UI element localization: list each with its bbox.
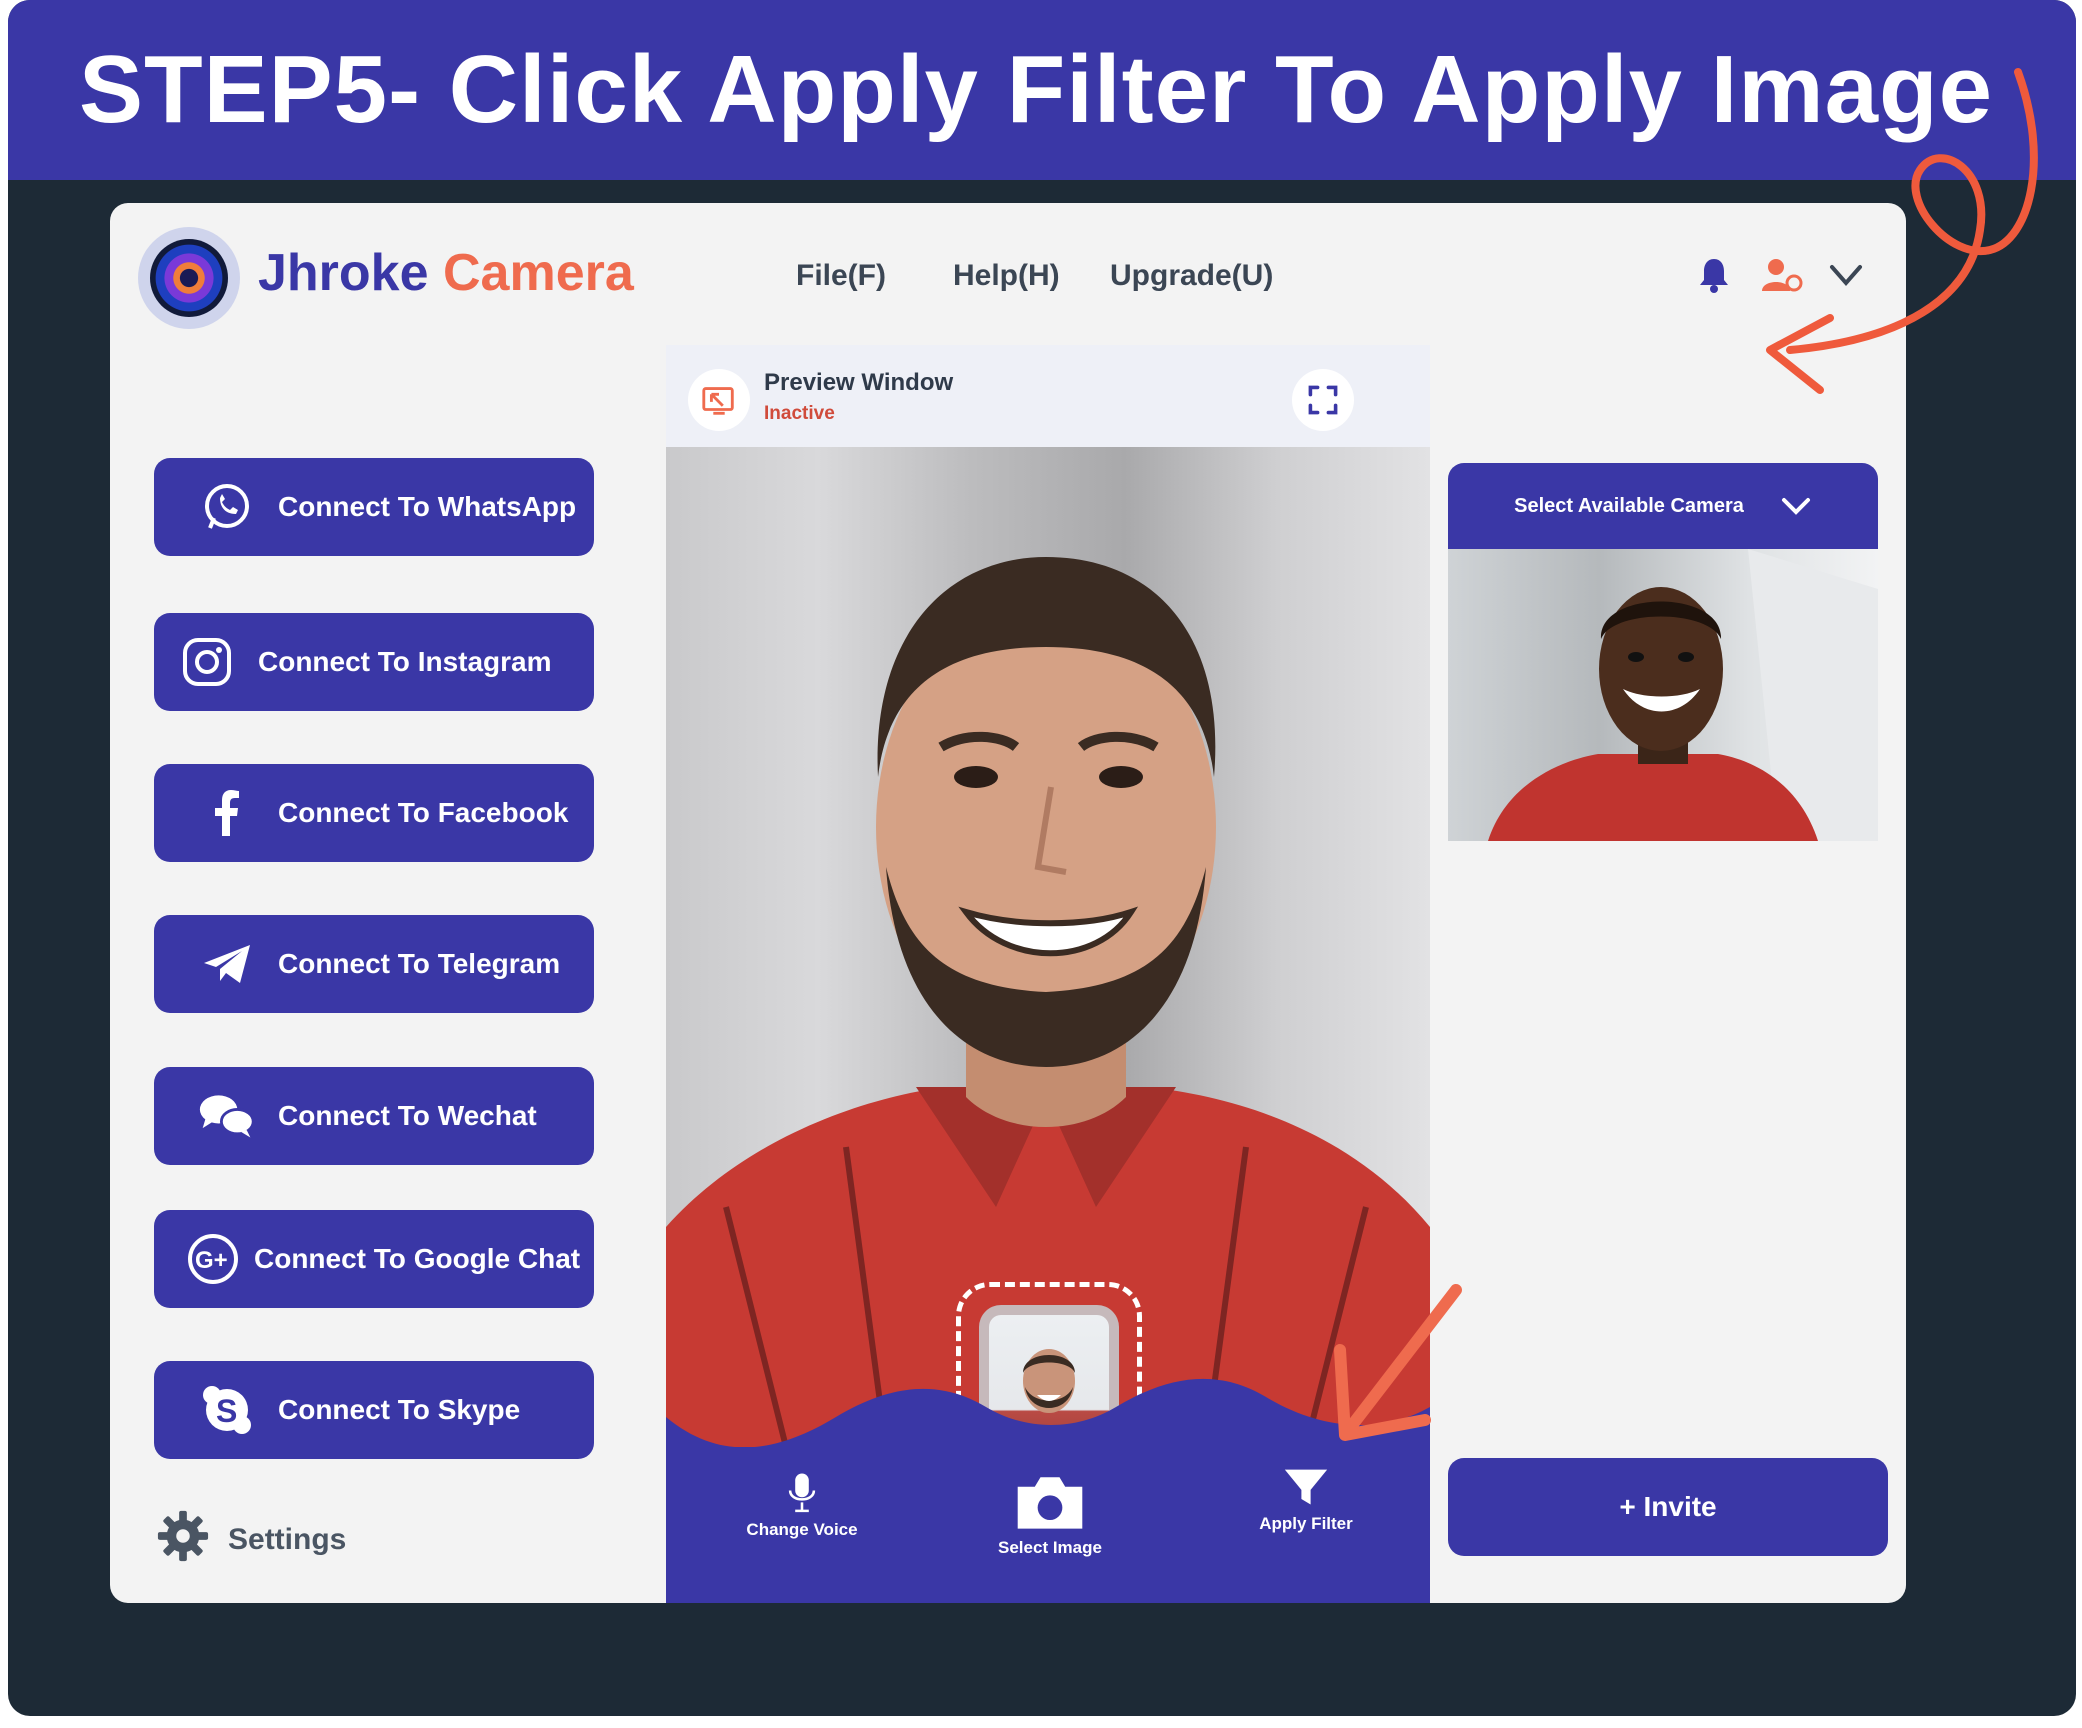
- google-plus-icon: G+: [184, 1230, 242, 1288]
- telegram-icon: [198, 935, 256, 993]
- preview-panel: Preview Window Inactive Change Voice Sel…: [666, 345, 1430, 1603]
- chevron-down-icon[interactable]: [1826, 255, 1866, 295]
- sidebar-label-wechat: Connect To Wechat: [278, 1100, 537, 1131]
- gear-icon: [156, 1509, 210, 1571]
- connect-instagram-button[interactable]: Connect To Instagram: [154, 613, 594, 711]
- filter-icon: [1284, 1469, 1328, 1505]
- apply-filter-label: Apply Filter: [1259, 1514, 1353, 1533]
- fullscreen-icon: [1308, 385, 1338, 415]
- microphone-icon: [788, 1473, 816, 1513]
- preview-header: Preview Window Inactive: [666, 345, 1430, 447]
- screen-share-icon: [688, 369, 750, 431]
- sidebar-label-skype: Connect To Skype: [278, 1394, 521, 1425]
- banner-title: STEP5- Click Apply Filter To Apply Image: [78, 36, 1994, 143]
- apply-filter-button[interactable]: Apply Filter: [1236, 1467, 1376, 1534]
- fullscreen-button[interactable]: [1292, 369, 1354, 431]
- facebook-icon: [198, 784, 256, 842]
- menu-help[interactable]: Help(H): [953, 259, 1060, 293]
- camera-select-label: Select Available Camera: [1514, 494, 1744, 517]
- sidebar-label-facebook: Connect To Facebook: [278, 797, 569, 828]
- select-image-label: Select Image: [998, 1538, 1102, 1557]
- preview-action-bar: Change Voice Select Image Apply Filter: [666, 1447, 1430, 1603]
- connect-google-chat-button[interactable]: G+ Connect To Google Chat: [154, 1210, 594, 1308]
- camera-lens-icon: [150, 239, 228, 317]
- brand-part2: Camera: [442, 244, 634, 302]
- select-image-button[interactable]: Select Image: [980, 1471, 1120, 1558]
- app-logo: [138, 227, 240, 329]
- sidebar-label-telegram: Connect To Telegram: [278, 948, 561, 979]
- wave-divider: [666, 1378, 1430, 1457]
- svg-text:S: S: [216, 1393, 237, 1429]
- sidebar-label-instagram: Connect To Instagram: [258, 646, 552, 677]
- change-voice-button[interactable]: Change Voice: [732, 1471, 872, 1540]
- settings-label: Settings: [228, 1523, 347, 1556]
- instagram-icon: [178, 633, 236, 691]
- change-voice-label: Change Voice: [746, 1520, 858, 1539]
- preview-title: Preview Window: [764, 369, 954, 396]
- camera-icon: [1017, 1477, 1083, 1529]
- brand-name: Jhroke Camera: [258, 243, 634, 303]
- user-settings-icon[interactable]: [1760, 255, 1803, 295]
- skype-icon: S: [198, 1381, 256, 1439]
- camera-person-photo: [1488, 549, 1878, 841]
- sidebar-label-google-chat: Connect To Google Chat: [254, 1243, 581, 1274]
- preview-status: Inactive: [764, 403, 835, 424]
- bell-icon[interactable]: [1694, 255, 1734, 295]
- outer-frame: STEP5- Click Apply Filter To Apply Image…: [8, 0, 2076, 1716]
- connect-skype-button[interactable]: S Connect To Skype: [154, 1361, 594, 1459]
- svg-text:G+: G+: [195, 1247, 228, 1274]
- camera-preview-image: [666, 447, 1430, 1447]
- app-window: Jhroke Camera File(F) Help(H) Upgrade(U)…: [110, 203, 1906, 1603]
- camera-thumbnail-image: [1448, 549, 1878, 841]
- step-banner: STEP5- Click Apply Filter To Apply Image: [8, 0, 2076, 180]
- wechat-icon: [198, 1087, 256, 1145]
- menu-file[interactable]: File(F): [796, 259, 886, 293]
- connect-facebook-button[interactable]: Connect To Facebook: [154, 764, 594, 862]
- chevron-down-icon: [1781, 498, 1810, 515]
- brand-part1: Jhroke: [258, 244, 429, 302]
- camera-select-dropdown[interactable]: Select Available Camera: [1448, 463, 1878, 549]
- menu-upgrade[interactable]: Upgrade(U): [1110, 259, 1273, 293]
- whatsapp-icon: [198, 478, 256, 536]
- connect-whatsapp-button[interactable]: Connect To WhatsApp: [154, 458, 594, 556]
- top-right-icons: [1694, 255, 1866, 295]
- connect-telegram-button[interactable]: Connect To Telegram: [154, 915, 594, 1013]
- invite-button[interactable]: + Invite: [1448, 1458, 1888, 1556]
- sidebar-label-whatsapp: Connect To WhatsApp: [278, 491, 577, 522]
- connect-wechat-button[interactable]: Connect To Wechat: [154, 1067, 594, 1165]
- settings-link[interactable]: Settings: [156, 1509, 346, 1571]
